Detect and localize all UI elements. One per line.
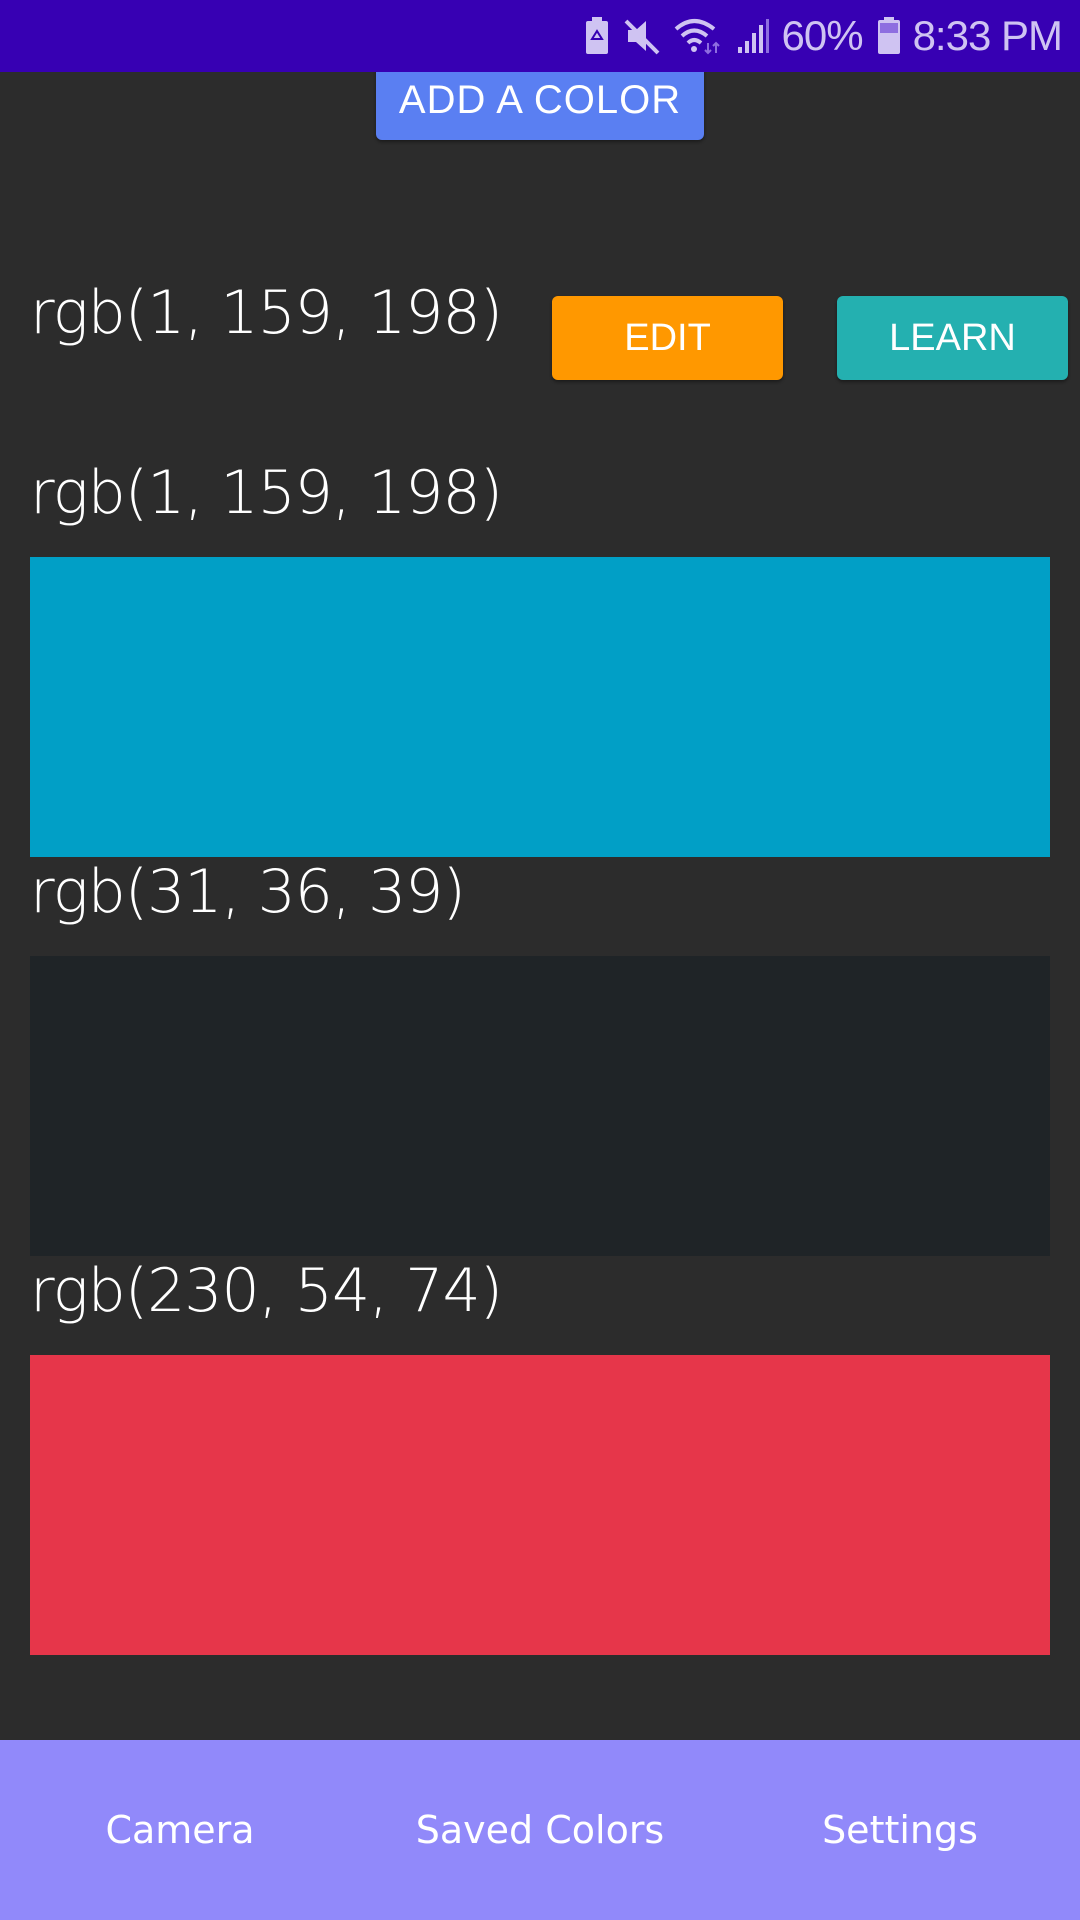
battery-icon (877, 17, 901, 55)
nav-settings[interactable]: Settings (720, 1740, 1080, 1920)
wifi-icon (674, 17, 722, 55)
color-swatch-2[interactable] (30, 956, 1050, 1256)
battery-saver-icon (584, 17, 610, 55)
mute-icon (624, 17, 660, 55)
signal-icon (736, 17, 770, 55)
nav-camera[interactable]: Camera (0, 1740, 360, 1920)
clock: 8:33 PM (912, 12, 1063, 59)
nav-saved-colors[interactable]: Saved Colors (360, 1740, 720, 1920)
edit-button[interactable]: EDIT (552, 296, 783, 380)
bottom-nav: Camera Saved Colors Settings (0, 1740, 1080, 1920)
selected-color-label: rgb(1, 159, 198) (30, 278, 503, 348)
color-label-3: rgb(230, 54, 74) (30, 1256, 503, 1326)
color-swatch-1[interactable] (30, 557, 1050, 857)
battery-percent: 60% (781, 12, 864, 59)
learn-button[interactable]: LEARN (837, 296, 1068, 380)
color-label-2: rgb(31, 36, 39) (30, 857, 466, 927)
color-label-1: rgb(1, 159, 198) (30, 458, 503, 528)
status-bar: 60% 8:33 PM (0, 0, 1080, 72)
color-swatch-3[interactable] (30, 1355, 1050, 1655)
